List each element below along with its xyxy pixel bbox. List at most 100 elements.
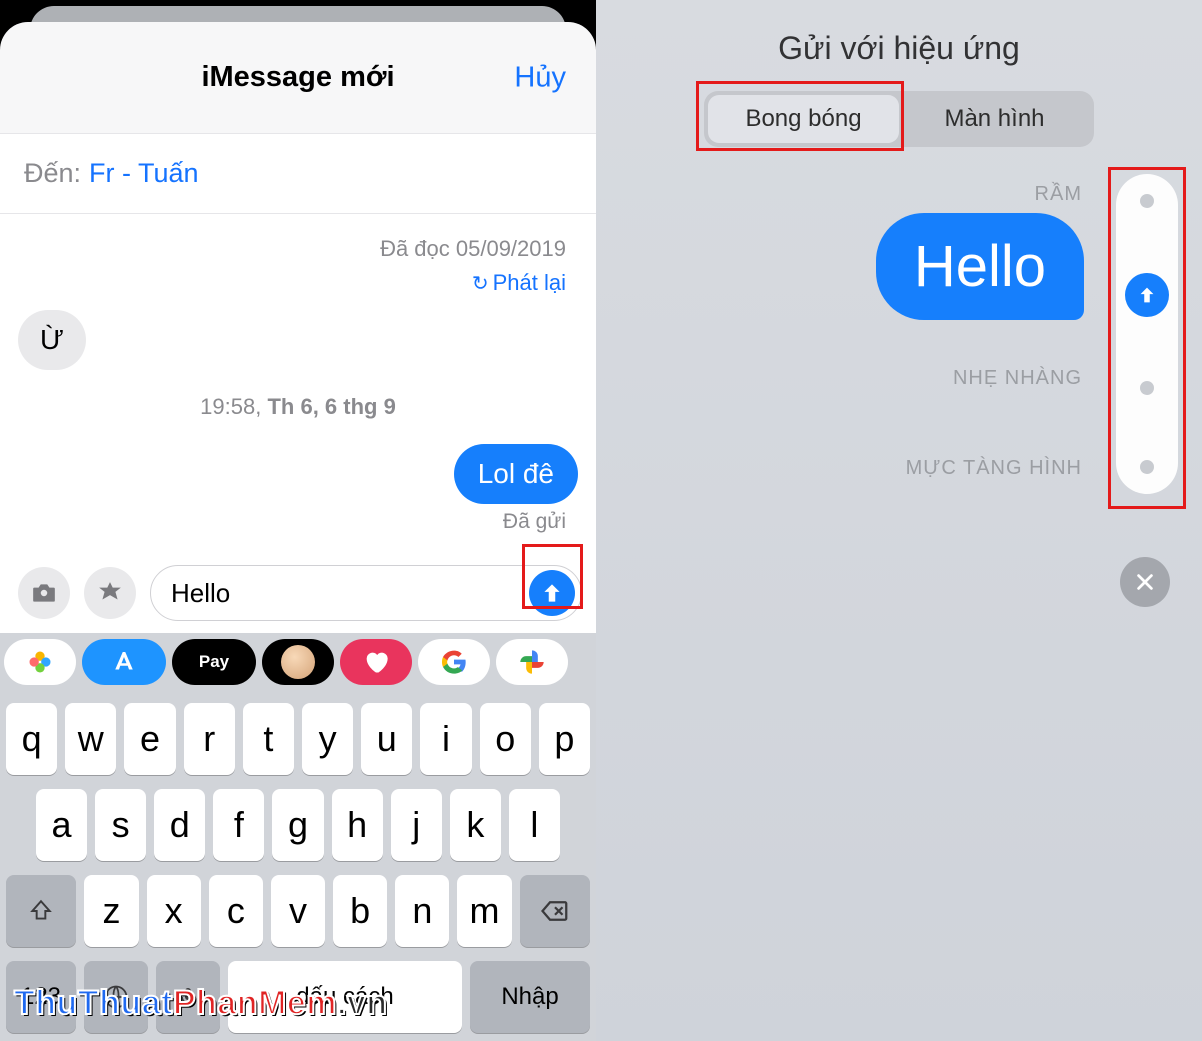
key-b[interactable]: b bbox=[333, 875, 387, 947]
key-globe[interactable] bbox=[84, 961, 148, 1033]
key-p[interactable]: p bbox=[539, 703, 590, 775]
cancel-button[interactable]: Hủy bbox=[514, 61, 566, 94]
key-123[interactable]: 123 bbox=[6, 961, 76, 1033]
sent-row: Lol đê bbox=[18, 444, 578, 504]
key-d[interactable]: d bbox=[154, 789, 205, 861]
replay-icon: ↻ bbox=[472, 271, 489, 296]
key-k[interactable]: k bbox=[450, 789, 501, 861]
timestamp-time: 19:58, bbox=[200, 394, 261, 419]
key-w[interactable]: w bbox=[65, 703, 116, 775]
key-x[interactable]: x bbox=[147, 875, 201, 947]
effect-send-button[interactable] bbox=[1125, 273, 1169, 317]
key-backspace[interactable] bbox=[520, 875, 590, 947]
appstore-icon bbox=[97, 580, 123, 606]
kb-row-3: zxcvbnm bbox=[6, 875, 590, 947]
effect-preview-bubble: Hello bbox=[876, 213, 1084, 320]
key-n[interactable]: n bbox=[395, 875, 449, 947]
effect-label-invisible: MỰC TÀNG HÌNH bbox=[906, 457, 1082, 480]
send-arrow-up-icon bbox=[539, 580, 565, 606]
kb-row-2: asdfghjkl bbox=[6, 789, 590, 861]
key-mic[interactable] bbox=[156, 961, 220, 1033]
google-icon bbox=[440, 648, 468, 676]
effect-selector-rail[interactable] bbox=[1116, 174, 1178, 494]
app-photos[interactable] bbox=[4, 639, 76, 685]
nav-title: iMessage mới bbox=[201, 61, 394, 94]
key-space[interactable]: dấu cách bbox=[228, 961, 462, 1033]
key-v[interactable]: v bbox=[271, 875, 325, 947]
globe-icon bbox=[102, 983, 130, 1011]
key-q[interactable]: q bbox=[6, 703, 57, 775]
key-s[interactable]: s bbox=[95, 789, 146, 861]
effect-label-slam: RẦM bbox=[1035, 183, 1082, 206]
app-drawer-button[interactable] bbox=[84, 567, 136, 619]
key-i[interactable]: i bbox=[420, 703, 471, 775]
segment-screen[interactable]: Màn hình bbox=[899, 95, 1090, 143]
key-a[interactable]: a bbox=[36, 789, 87, 861]
app-google-photos[interactable] bbox=[496, 639, 568, 685]
app-memoji[interactable] bbox=[262, 639, 334, 685]
app-digital-touch[interactable] bbox=[340, 639, 412, 685]
left-screenshot: iMessage mới Hủy Đến: Fr - Tuấn Đã đọc 0… bbox=[0, 0, 596, 1041]
keyboard[interactable]: qwertyuiop asdfghjkl zxcvbnm 123 dấu các… bbox=[0, 691, 596, 1041]
right-screenshot: Gửi với hiệu ứng Bong bóng Màn hình RẦM … bbox=[596, 0, 1202, 1041]
key-enter[interactable]: Nhập bbox=[470, 961, 590, 1033]
app-strip[interactable]: Pay bbox=[0, 633, 596, 691]
compose-field[interactable]: Hello bbox=[150, 565, 582, 621]
replay-label: Phát lại bbox=[493, 270, 566, 296]
key-o[interactable]: o bbox=[480, 703, 531, 775]
key-r[interactable]: r bbox=[184, 703, 235, 775]
key-shift[interactable] bbox=[6, 875, 76, 947]
applepay-label: Pay bbox=[199, 652, 229, 672]
send-button[interactable] bbox=[529, 570, 575, 616]
replay-button[interactable]: ↻ Phát lại bbox=[18, 270, 578, 310]
google-photos-icon bbox=[518, 648, 546, 676]
effect-dot-gentle[interactable] bbox=[1140, 381, 1154, 395]
app-appstore[interactable] bbox=[82, 639, 166, 685]
key-m[interactable]: m bbox=[457, 875, 511, 947]
kb-row-1: qwertyuiop bbox=[6, 703, 590, 775]
key-u[interactable]: u bbox=[361, 703, 412, 775]
effect-dot-invisible[interactable] bbox=[1140, 460, 1154, 474]
mic-icon bbox=[176, 985, 200, 1009]
key-l[interactable]: l bbox=[509, 789, 560, 861]
memoji-icon bbox=[281, 645, 315, 679]
key-j[interactable]: j bbox=[391, 789, 442, 861]
compose-bar: Hello bbox=[0, 553, 596, 633]
to-label: Đến: bbox=[24, 158, 81, 189]
send-arrow-up-icon bbox=[1136, 284, 1158, 306]
effects-area: RẦM Hello NHẸ NHÀNG MỰC TÀNG HÌNH bbox=[596, 177, 1202, 1041]
key-y[interactable]: y bbox=[302, 703, 353, 775]
effects-title: Gửi với hiệu ứng bbox=[778, 30, 1020, 67]
key-f[interactable]: f bbox=[213, 789, 264, 861]
received-bubble[interactable]: Ừ bbox=[18, 310, 86, 370]
key-z[interactable]: z bbox=[84, 875, 138, 947]
key-c[interactable]: c bbox=[209, 875, 263, 947]
camera-button[interactable] bbox=[18, 567, 70, 619]
compose-input[interactable]: Hello bbox=[171, 578, 521, 609]
effect-dot-slam[interactable] bbox=[1140, 194, 1154, 208]
key-g[interactable]: g bbox=[272, 789, 323, 861]
close-effects-button[interactable] bbox=[1120, 557, 1170, 607]
key-t[interactable]: t bbox=[243, 703, 294, 775]
sheet-stack: iMessage mới Hủy bbox=[0, 0, 596, 134]
key-h[interactable]: h bbox=[332, 789, 383, 861]
read-receipt: Đã đọc 05/09/2019 bbox=[18, 232, 578, 270]
recipient-row[interactable]: Đến: Fr - Tuấn bbox=[0, 134, 596, 214]
app-applepay[interactable]: Pay bbox=[172, 639, 256, 685]
effects-segmented[interactable]: Bong bóng Màn hình bbox=[704, 91, 1094, 147]
photos-icon bbox=[26, 648, 54, 676]
sent-bubble[interactable]: Lol đê bbox=[454, 444, 578, 504]
received-row: Ừ bbox=[18, 310, 578, 370]
messages-area[interactable]: Đã đọc 05/09/2019 ↻ Phát lại Ừ 19:58, Th… bbox=[0, 214, 596, 553]
kb-row-bottom: 123 dấu cách Nhập bbox=[6, 961, 590, 1033]
message-timestamp: 19:58, Th 6, 6 thg 9 bbox=[18, 394, 578, 420]
app-google[interactable] bbox=[418, 639, 490, 685]
backspace-icon bbox=[540, 896, 570, 926]
close-icon bbox=[1134, 571, 1156, 593]
effect-label-gentle: NHẸ NHÀNG bbox=[953, 367, 1082, 390]
to-contact[interactable]: Fr - Tuấn bbox=[89, 158, 199, 189]
key-e[interactable]: e bbox=[124, 703, 175, 775]
segment-bubble[interactable]: Bong bóng bbox=[708, 95, 899, 143]
heart-icon bbox=[362, 648, 390, 676]
timestamp-date: Th 6, 6 thg 9 bbox=[267, 394, 395, 419]
